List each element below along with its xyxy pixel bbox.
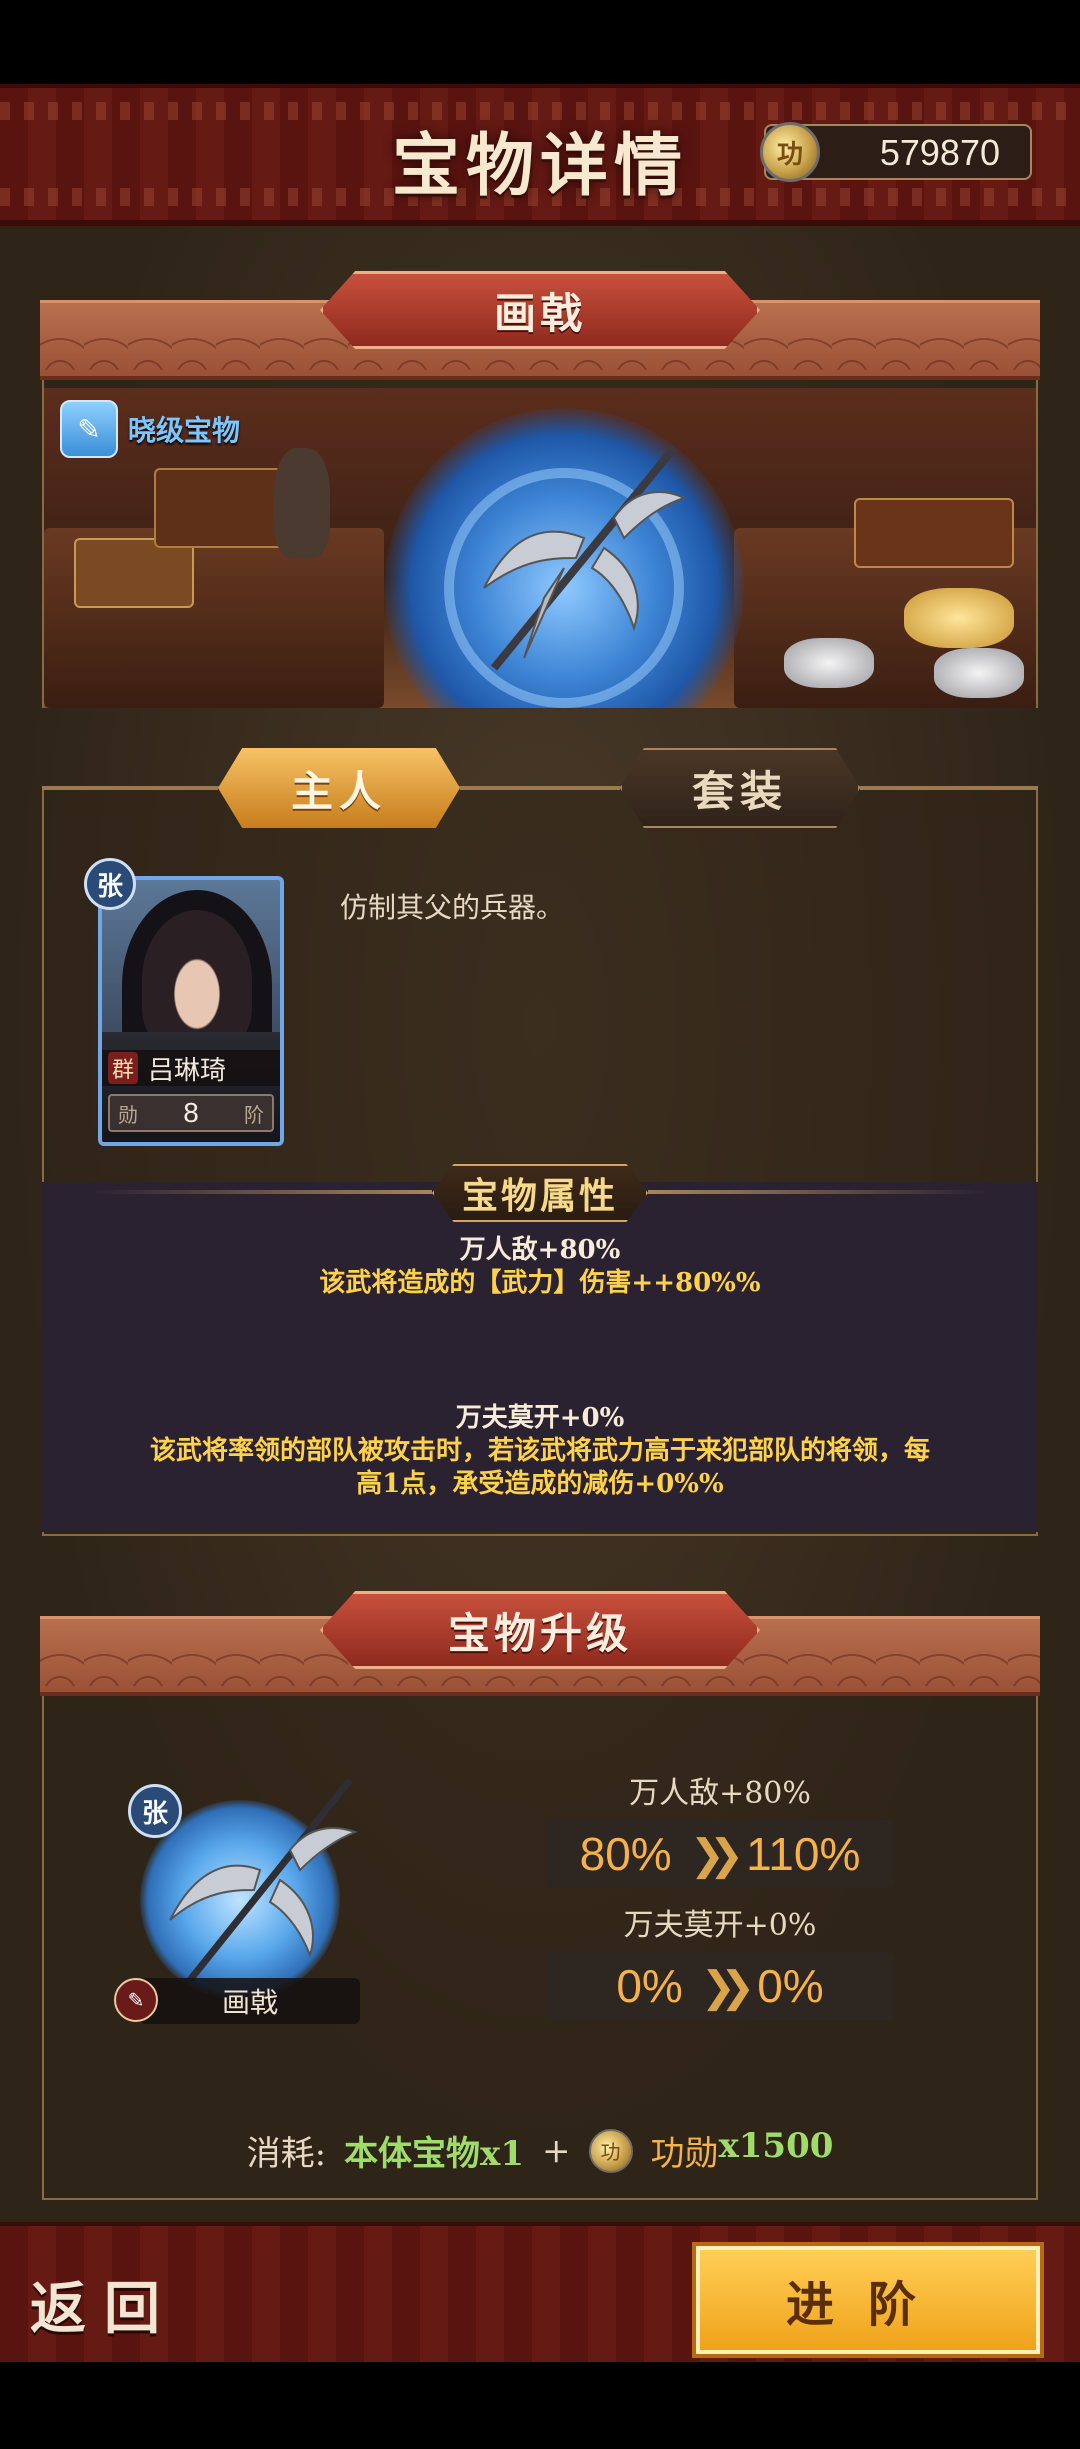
upgrade-banner: 宝物升级 [40, 1591, 1040, 1696]
rank-value: 8 [183, 1097, 199, 1128]
tab-divider-mid [460, 786, 620, 790]
cost-item: 本体宝物x1 [344, 2134, 524, 2174]
upgrade-stat-1: 80% ❯❯ 110% [545, 1820, 895, 1888]
halberd-icon [483, 445, 687, 671]
tab-set[interactable]: 套装 [620, 748, 860, 828]
cost-plus: + [542, 2130, 571, 2171]
owner-name-bar: 群 吕琳琦 [102, 1050, 280, 1086]
merit-coin-icon: 功 [760, 122, 820, 182]
stat-2-from: 0% [616, 1960, 683, 2012]
tab-divider-right [860, 786, 1038, 790]
upgrade-weapon-name: 画戟 [140, 1978, 360, 2024]
general-badge: 张 [84, 858, 136, 910]
upgrade-halberd-icon [169, 1777, 358, 1983]
chest-left [74, 538, 194, 608]
upgrade-title: 宝物升级 [320, 1591, 760, 1669]
attr-1-name: 万人敌+80% [459, 1235, 621, 1265]
nav-bar-area [0, 2362, 1080, 2449]
upgrade-stat-2: 0% ❯❯ 0% [545, 1952, 895, 2020]
status-bar-area [0, 0, 1080, 84]
treasure-description: 仿制其父的兵器。 [340, 891, 565, 924]
silver-ingot-2 [934, 648, 1024, 698]
gold-ingot [904, 588, 1014, 648]
stat-2-to: 0% [757, 1960, 824, 2012]
portrait-face [142, 910, 252, 1050]
vase-left [274, 448, 330, 558]
upgrade-general-badge: 张 [128, 1784, 182, 1838]
silver-ingot [784, 638, 874, 688]
stat-1-from: 80% [579, 1828, 672, 1880]
attr-1-effect: 该武将造成的【武力】伤害++80%% [319, 1268, 761, 1298]
attr-2-effect-line1: 该武将率领的部队被攻击时，若该武将武力高于来犯部队的将领，每 [149, 1436, 930, 1466]
attr-divider-left [92, 1190, 432, 1194]
stat-1-to: 110% [746, 1828, 861, 1880]
advance-button[interactable]: 进阶 [692, 2242, 1044, 2358]
chest-top [154, 468, 294, 548]
back-button[interactable]: 返回 [30, 2264, 178, 2345]
upgrade-stat-1-label: 万人敌+80% [629, 1776, 811, 1811]
attr-2-effect-line2: 高1点，承受造成的减伤+0%% [356, 1469, 724, 1499]
treasure-name-tag: 画戟 [320, 271, 760, 349]
attr-2: 万夫莫开+0% 该武将率领的部队被攻击时，若该武将武力高于来犯部队的将领，每 高… [42, 1402, 1038, 1501]
owner-rank: 勋 8 阶 [108, 1094, 274, 1132]
chevron-right-icon: ❯❯ [689, 1830, 745, 1878]
header-bar: 宝物详情 功 579870 [0, 84, 1080, 226]
owner-name: 吕琳琦 [148, 1055, 227, 1086]
attributes-title: 宝物属性 [432, 1164, 648, 1222]
quill-icon: ✎ [114, 1978, 158, 2022]
currency-display[interactable]: 功 579870 [760, 122, 1032, 182]
attr-1: 万人敌+80% 该武将造成的【武力】伤害++80%% [42, 1234, 1038, 1300]
cost-prefix: 消耗: [246, 2134, 327, 2174]
upgrade-cost: 消耗: 本体宝物x1 + 功 功勋 x1500 [0, 2126, 1080, 2175]
cost-currency-amount: x1500 [718, 2126, 834, 2166]
feather-icon: ✎ [60, 400, 118, 458]
rank-right-label: 阶 [243, 1102, 264, 1127]
chest-right [854, 498, 1014, 568]
attr-divider-right [648, 1190, 988, 1194]
footer-bar: 返回 进阶 [0, 2222, 1080, 2362]
treasure-grade: ✎ 晓级宝物 [60, 400, 240, 458]
currency-value: 579870 [879, 132, 1000, 173]
tab-owner[interactable]: 主人 [218, 748, 460, 828]
rank-left-label: 勋 [118, 1102, 138, 1127]
treasure-scene: ✎ 晓级宝物 [42, 388, 1038, 708]
tab-divider-left [42, 786, 218, 790]
chevron-right-icon-2: ❯❯ [700, 1962, 756, 2010]
grade-label: 晓级宝物 [128, 414, 241, 447]
upgrade-stat-2-label: 万夫莫开+0% [623, 1908, 817, 1943]
merit-coin-icon-small: 功 [588, 2128, 633, 2173]
cost-currency-name: 功勋 [650, 2134, 719, 2174]
owner-card[interactable]: 群 吕琳琦 勋 8 阶 [98, 876, 284, 1146]
faction-tag: 群 [108, 1052, 139, 1084]
treasure-banner: 画戟 [40, 271, 1040, 380]
attr-2-name: 万夫莫开+0% [455, 1403, 625, 1433]
